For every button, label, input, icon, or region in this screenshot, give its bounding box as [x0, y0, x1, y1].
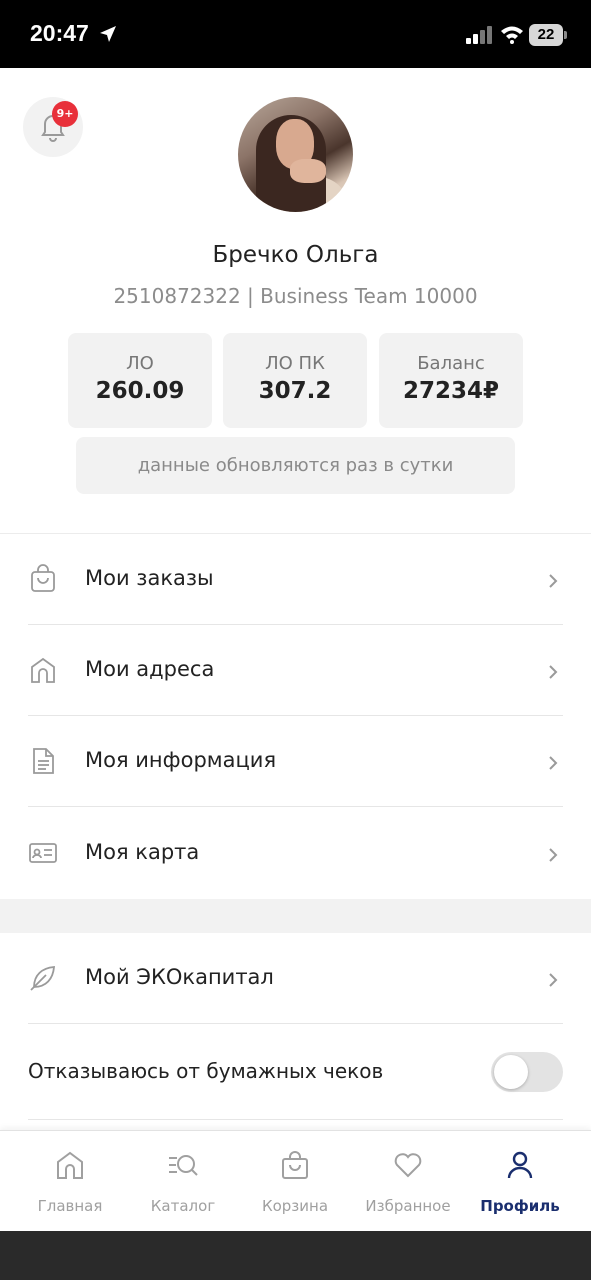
- stat-value: 260.09: [95, 378, 185, 404]
- menu-item-label: Мои заказы: [85, 566, 214, 590]
- id-card-icon: [29, 843, 57, 863]
- chevron-right-icon: [549, 973, 558, 987]
- notification-badge: 9+: [52, 101, 78, 127]
- paper-receipts-row: Отказываюсь от бумажных чеков: [28, 1024, 563, 1120]
- stat-value: 27234₽: [402, 378, 500, 404]
- tab-label: Главная: [37, 1197, 103, 1215]
- update-note: данные обновляются раз в сутки: [76, 437, 515, 494]
- tab-label: Избранное: [365, 1197, 451, 1215]
- tab-bar: Главная Каталог Корзина Избранное Профил…: [0, 1130, 591, 1231]
- section-separator: [0, 899, 591, 933]
- tab-cart[interactable]: Корзина: [239, 1131, 351, 1231]
- bag-icon: [31, 564, 55, 592]
- signal-icon: [466, 26, 492, 44]
- menu-item-orders[interactable]: Мои заказы: [28, 534, 563, 625]
- document-icon: [33, 748, 54, 774]
- toggle-knob: [494, 1055, 528, 1089]
- tab-label: Профиль: [480, 1197, 560, 1215]
- stat-label: ЛО: [126, 353, 154, 374]
- stat-card-lo: ЛО 260.09: [68, 333, 212, 428]
- tab-home[interactable]: Главная: [14, 1131, 126, 1231]
- cart-bag-icon: [282, 1151, 308, 1179]
- menu-item-info[interactable]: Моя информация: [28, 716, 563, 807]
- stat-label: ЛО ПК: [265, 353, 325, 374]
- menu-item-label: Мой ЭКОкапитал: [85, 965, 274, 989]
- status-bar: 20:47 22: [0, 0, 591, 68]
- tab-label: Каталог: [150, 1197, 216, 1215]
- menu-item-label: Моя карта: [85, 840, 200, 864]
- menu-item-eco-capital[interactable]: Мой ЭКОкапитал: [28, 933, 563, 1024]
- catalog-search-icon: [169, 1155, 198, 1176]
- menu-item-label: Моя информация: [85, 748, 277, 772]
- avatar[interactable]: [238, 97, 353, 212]
- location-arrow-icon: [100, 26, 116, 42]
- chevron-right-icon: [549, 665, 558, 679]
- user-id-line: 2510872322 | Business Team 10000: [113, 284, 478, 308]
- tab-favorites[interactable]: Избранное: [352, 1131, 464, 1231]
- stat-card-lo-pk: ЛО ПК 307.2: [223, 333, 367, 428]
- chevron-right-icon: [549, 756, 558, 770]
- stat-label: Баланс: [417, 353, 485, 374]
- leaf-icon: [30, 966, 55, 991]
- stat-value: 307.2: [258, 378, 332, 404]
- menu-item-addresses[interactable]: Мои адреса: [28, 625, 563, 716]
- home-icon: [57, 1151, 83, 1179]
- battery-level: 22: [529, 24, 563, 46]
- menu-item-card[interactable]: Моя карта: [28, 808, 563, 899]
- stat-card-balance: Баланс 27234₽: [379, 333, 523, 428]
- user-name: Бречко Ольга: [212, 242, 379, 268]
- status-time: 20:47: [30, 20, 89, 46]
- tab-profile[interactable]: Профиль: [464, 1131, 576, 1231]
- user-icon: [507, 1151, 533, 1179]
- paper-receipts-toggle[interactable]: [491, 1052, 563, 1092]
- heart-icon: [394, 1153, 422, 1178]
- tab-catalog[interactable]: Каталог: [127, 1131, 239, 1231]
- home-icon: [31, 657, 55, 683]
- wifi-icon: [501, 26, 523, 44]
- paper-receipts-label: Отказываюсь от бумажных чеков: [28, 1059, 384, 1083]
- battery-icon: 22: [529, 24, 567, 46]
- home-indicator-bar: [0, 1231, 591, 1280]
- chevron-right-icon: [549, 848, 558, 862]
- tab-label: Корзина: [261, 1197, 329, 1215]
- menu-item-label: Мои адреса: [85, 657, 215, 681]
- chevron-right-icon: [549, 574, 558, 588]
